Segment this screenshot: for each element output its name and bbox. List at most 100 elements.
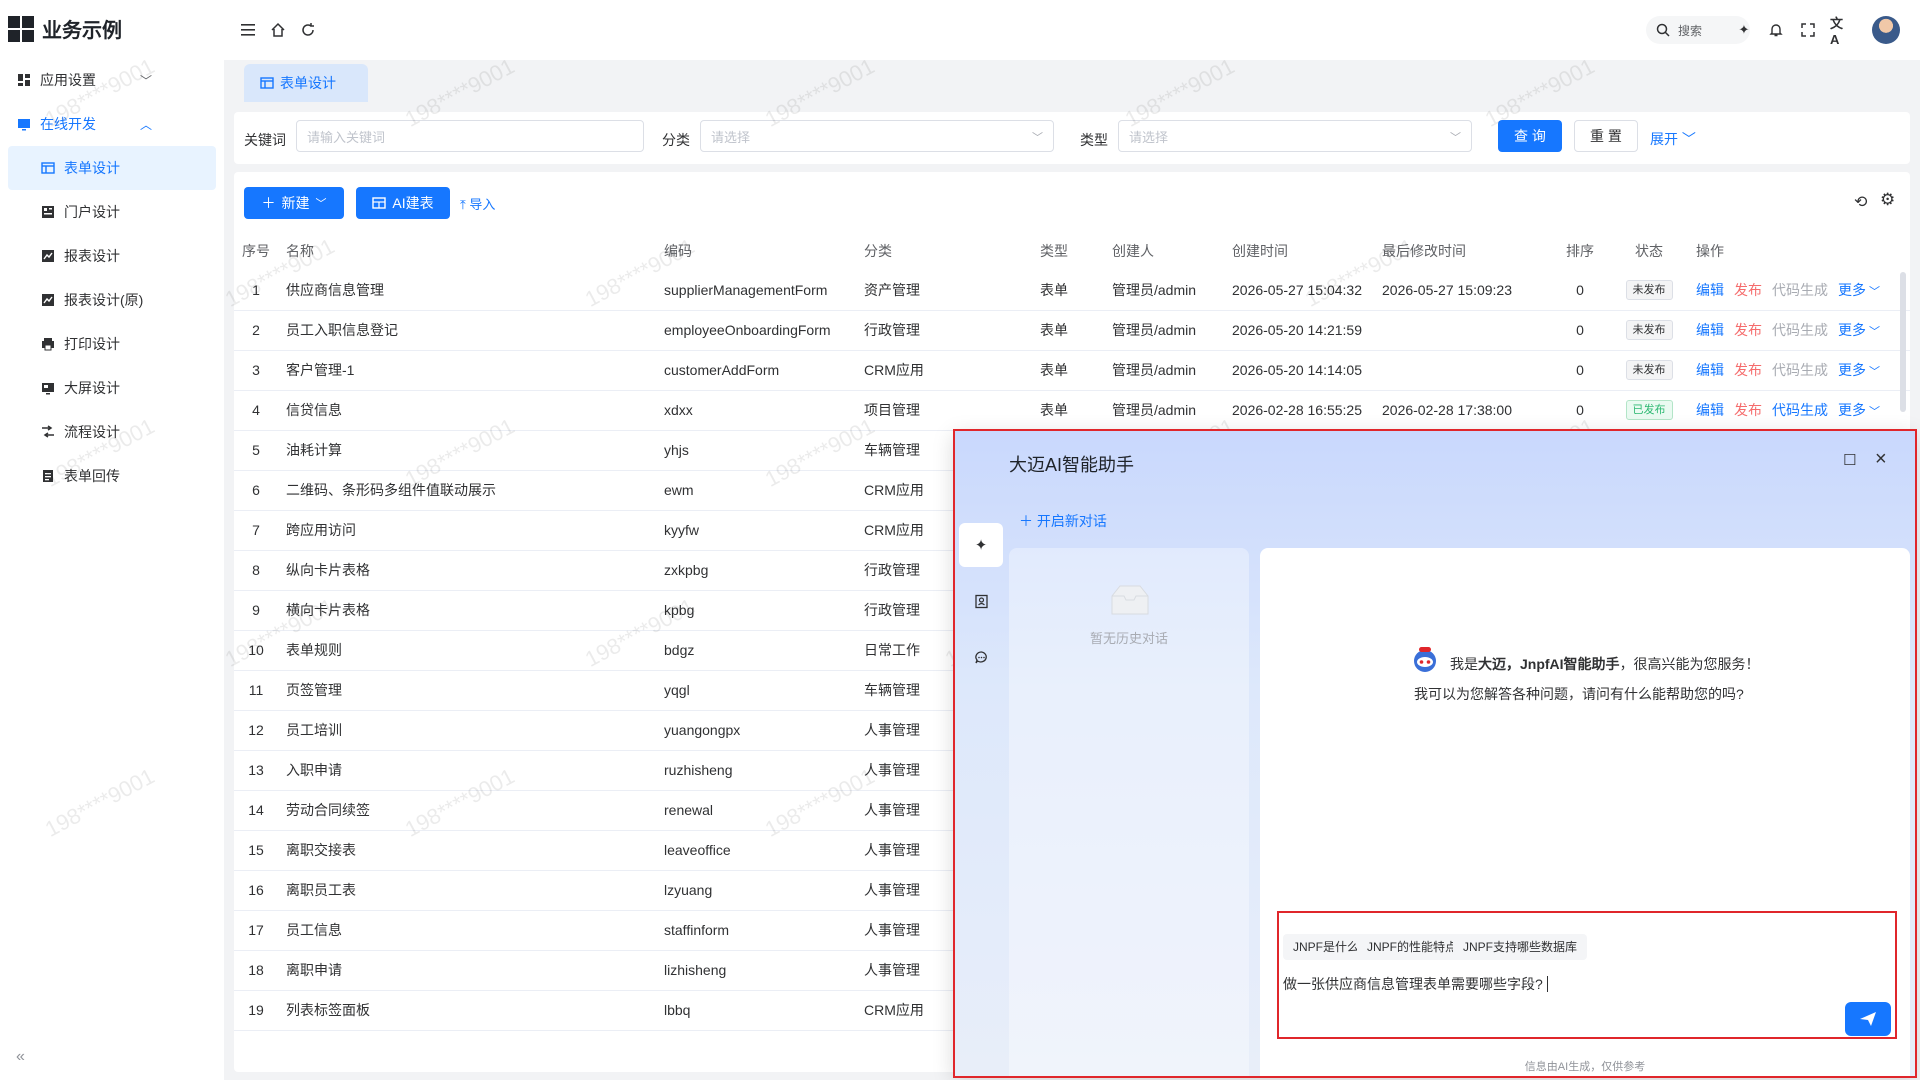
new-conversation-button[interactable]: ＋ 开启新对话 xyxy=(1019,511,1107,531)
cell-actions: 编辑 发布 代码生成 更多 ﹀ xyxy=(1688,270,1910,311)
contact-card-icon[interactable] xyxy=(959,579,1003,623)
collapse-sidebar-button[interactable]: « xyxy=(16,1048,25,1066)
home-icon[interactable] xyxy=(268,20,288,40)
table-scrollbar[interactable] xyxy=(1900,272,1906,412)
more-link[interactable]: 更多 xyxy=(1838,362,1866,378)
upload-icon: ⤒ xyxy=(460,197,466,212)
chevron-down-icon[interactable]: ﹀ xyxy=(1866,286,1880,298)
chat-area: 我是大迈，JnpfAI智能助手，很高兴能为您服务！ 我可以为您解答各种问题，请问… xyxy=(1260,548,1910,1076)
suggestion-chip[interactable]: JNPF支持哪些数据库 xyxy=(1453,934,1588,960)
more-link[interactable]: 更多 xyxy=(1838,322,1866,338)
publish-link[interactable]: 发布 xyxy=(1734,362,1762,378)
category-label: 分类 xyxy=(662,132,690,148)
translate-icon[interactable]: 文A xyxy=(1830,16,1850,47)
cell-no: 5 xyxy=(234,430,278,471)
type-select[interactable]: 请选择 ﹀ xyxy=(1118,120,1472,152)
refresh-icon[interactable] xyxy=(298,20,318,40)
sidebar: 业务示例 应用设置 ﹀ 在线开发 ︿ 表单设计 门户设计 报表设计报表设计(原) 打印设计 大屏… xyxy=(0,0,224,1080)
sidebar-item-5[interactable]: 报表设计(原) xyxy=(0,278,224,322)
sidebar-item-8[interactable]: 流程设计 xyxy=(0,410,224,454)
sidebar-menu: 应用设置 ﹀ 在线开发 ︿ 表单设计 门户设计 报表设计报表设计(原) 打印设计 大屏设计 流程设… xyxy=(0,58,224,498)
ai-create-table-button[interactable]: AI建表 xyxy=(356,187,450,219)
chevron-down-icon[interactable]: ﹀ xyxy=(1866,366,1880,378)
greeting-line1: 我是大迈，JnpfAI智能助手，很高兴能为您服务！ xyxy=(1450,656,1760,672)
chevron-down-icon[interactable]: ﹀ xyxy=(1866,326,1880,338)
cell-name: 员工入职信息登记 xyxy=(278,310,656,351)
chevron-down-icon[interactable]: ﹀ xyxy=(1866,406,1880,418)
ai-assistant-icon[interactable]: ✦ xyxy=(1734,20,1754,40)
edit-link[interactable]: 编辑 xyxy=(1696,282,1724,298)
sidebar-item-9[interactable]: 表单回传 xyxy=(0,454,224,498)
cell-name: 员工信息 xyxy=(278,910,656,951)
sidebar-item-1[interactable]: 在线开发 ︿ xyxy=(0,102,224,146)
cell-code: staffinform xyxy=(656,910,856,951)
cell-code: yuangongpx xyxy=(656,710,856,751)
sidebar-item-label: 报表设计(原) xyxy=(64,292,144,308)
cell-sort: 0 xyxy=(1550,310,1610,351)
cell-name: 离职员工表 xyxy=(278,870,656,911)
publish-link[interactable]: 发布 xyxy=(1734,322,1762,338)
chevron-up-icon: ︿ xyxy=(139,117,152,132)
cell-modified: 2026-02-28 17:38:00 xyxy=(1374,390,1550,431)
table-row[interactable]: 1 供应商信息管理 supplierManagementForm 资产管理 表单 管理员/… xyxy=(234,270,1910,311)
codegen-link[interactable]: 代码生成 xyxy=(1772,322,1828,338)
sidebar-item-3[interactable]: 门户设计 xyxy=(0,190,224,234)
fullscreen-icon[interactable] xyxy=(1798,20,1818,40)
query-button[interactable]: 查 询 xyxy=(1498,120,1562,152)
send-button[interactable] xyxy=(1845,1002,1891,1036)
category-select[interactable]: 请选择 ﹀ xyxy=(700,120,1054,152)
cell-no: 9 xyxy=(234,590,278,631)
import-button[interactable]: ⤒ 导入 xyxy=(460,194,495,213)
cell-code: kpbg xyxy=(656,590,856,631)
avatar[interactable] xyxy=(1872,16,1900,44)
refresh-table-icon[interactable]: ⟲ xyxy=(1854,192,1867,212)
cell-code: kyyfw xyxy=(656,510,856,551)
sidebar-item-2[interactable]: 表单设计 xyxy=(8,146,216,190)
keyword-input[interactable]: 请输入关键词 xyxy=(296,120,644,152)
codegen-link[interactable]: 代码生成 xyxy=(1772,402,1828,418)
ai-chat-icon[interactable]: ✦ xyxy=(959,523,1003,567)
suggestion-chip[interactable]: JNPF的性能特点 xyxy=(1357,934,1468,960)
publish-link[interactable]: 发布 xyxy=(1734,282,1762,298)
cell-category: 行政管理 xyxy=(856,310,1032,351)
chat-input-field[interactable]: 做一张供应商信息管理表单需要哪些字段? xyxy=(1283,974,1833,1004)
table-row[interactable]: 3 客户管理-1 customerAddForm CRM应用 表单 管理员/admin 20… xyxy=(234,350,1910,391)
ai-side-rail: ✦ xyxy=(953,489,1009,1076)
settings-gear-icon[interactable]: ⚙ xyxy=(1880,190,1895,210)
column-header: 排序 xyxy=(1566,243,1594,259)
edit-link[interactable]: 编辑 xyxy=(1696,362,1724,378)
edit-link[interactable]: 编辑 xyxy=(1696,402,1724,418)
ai-create-label: AI建表 xyxy=(392,195,434,211)
cell-code: lizhisheng xyxy=(656,950,856,991)
sidebar-item-6[interactable]: 打印设计 xyxy=(0,322,224,366)
reset-button[interactable]: 重 置 xyxy=(1574,120,1638,152)
publish-link[interactable]: 发布 xyxy=(1734,402,1762,418)
sidebar-item-0[interactable]: 应用设置 ﹀ xyxy=(0,58,224,102)
sidebar-item-7[interactable]: 大屏设计 xyxy=(0,366,224,410)
tab-form-design[interactable]: 表单设计 xyxy=(244,64,368,102)
table-row[interactable]: 2 员工入职信息登记 employeeOnboardingForm 行政管理 表单 管理员… xyxy=(234,310,1910,351)
search-icon xyxy=(1656,23,1670,37)
form-icon xyxy=(260,77,274,89)
codegen-link[interactable]: 代码生成 xyxy=(1772,362,1828,378)
sidebar-item-4[interactable]: 报表设计 xyxy=(0,234,224,278)
bell-icon[interactable] xyxy=(1766,20,1786,40)
app-logo[interactable]: 业务示例 xyxy=(8,14,122,43)
cell-modified: 2026-05-27 15:09:23 xyxy=(1374,270,1550,311)
cell-actions: 编辑 发布 代码生成 更多 ﹀ xyxy=(1688,350,1910,391)
message-bubble-icon[interactable] xyxy=(959,635,1003,679)
table-row[interactable]: 4 信贷信息 xdxx 项目管理 表单 管理员/admin 2026-02-28 16:55… xyxy=(234,390,1910,431)
maximize-icon[interactable]: ☐ xyxy=(1843,451,1856,469)
edit-link[interactable]: 编辑 xyxy=(1696,322,1724,338)
close-icon[interactable]: × xyxy=(1875,448,1887,471)
cell-sort: 0 xyxy=(1550,350,1610,391)
new-button[interactable]: ＋ 新建 ﹀ xyxy=(244,187,344,219)
menu-toggle-icon[interactable] xyxy=(238,20,258,40)
cell-name: 列表标签面板 xyxy=(278,990,656,1031)
form-icon xyxy=(40,160,56,176)
more-link[interactable]: 更多 xyxy=(1838,402,1866,418)
more-link[interactable]: 更多 xyxy=(1838,282,1866,298)
expand-button[interactable]: 展开 ﹀ xyxy=(1650,129,1696,149)
sidebar-item-label: 在线开发 xyxy=(40,116,96,132)
codegen-link[interactable]: 代码生成 xyxy=(1772,282,1828,298)
